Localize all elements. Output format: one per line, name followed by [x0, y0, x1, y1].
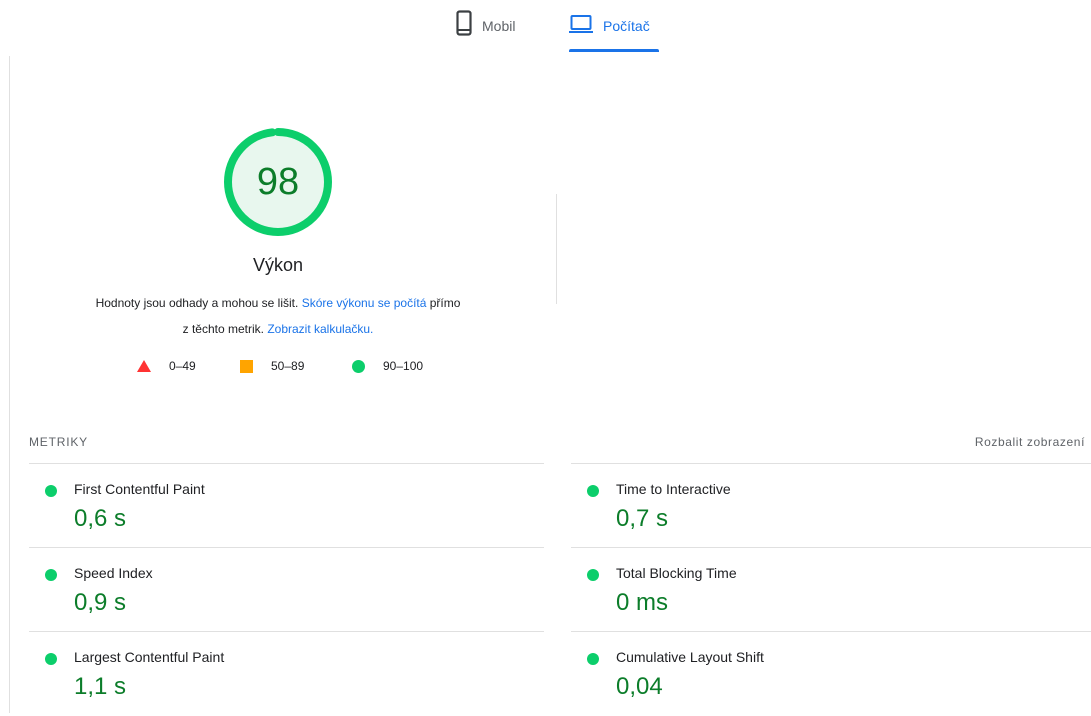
laptop-icon — [569, 10, 593, 41]
pass-circle-icon — [587, 569, 599, 581]
metric-title: Total Blocking Time — [616, 565, 737, 581]
metric-title: Largest Contentful Paint — [74, 649, 225, 665]
triangle-icon — [137, 360, 151, 372]
circle-icon — [352, 359, 365, 373]
pass-circle-icon — [45, 653, 57, 665]
phone-icon — [456, 10, 472, 41]
tab-mobile[interactable]: Mobil — [456, 10, 515, 52]
panel-border — [9, 56, 10, 713]
square-icon — [240, 359, 253, 373]
metric-title: Speed Index — [74, 565, 153, 581]
metric-title: Time to Interactive — [616, 481, 731, 497]
metric-value: 1,1 s — [74, 673, 127, 700]
metric-cumulative-layout-shift: Cumulative Layout Shift 0,04 — [571, 631, 1091, 716]
desc-text-2: přímo — [426, 296, 461, 310]
desc-text-3: z těchto metrik. — [182, 322, 268, 336]
device-tabs: Mobil Počítač — [0, 0, 1091, 56]
metric-speed-index: Speed Index 0,9 s — [29, 547, 544, 632]
legend-fail-range: 0–49 — [169, 359, 196, 373]
metric-largest-contentful-paint: Largest Contentful Paint 1,1 s — [29, 631, 544, 716]
score-calc-link[interactable]: Skóre výkonu se počítá — [302, 296, 427, 310]
vertical-divider — [556, 194, 557, 304]
metric-value: 0,6 s — [74, 505, 127, 532]
legend-pass: 90–100 — [352, 358, 423, 374]
metrics-header: METRIKY — [29, 435, 88, 449]
tab-desktop-label: Počítač — [603, 18, 650, 34]
performance-score: 98 — [256, 161, 300, 203]
metric-value: 0,04 — [616, 673, 663, 700]
pass-circle-icon — [587, 485, 599, 497]
pass-circle-icon — [45, 569, 57, 581]
legend-fail: 0–49 — [137, 358, 196, 374]
legend-average-range: 50–89 — [271, 359, 305, 373]
metric-value: 0 ms — [616, 589, 669, 616]
gauge-title: Výkon — [252, 255, 304, 275]
calculator-link[interactable]: Zobrazit kalkulačku. — [267, 322, 373, 336]
metric-title: Cumulative Layout Shift — [616, 649, 764, 665]
pass-circle-icon — [45, 485, 57, 497]
metric-title: First Contentful Paint — [74, 481, 205, 497]
tab-desktop[interactable]: Počítač — [569, 10, 650, 52]
desc-text-1: Hodnoty jsou odhady a mohou se lišit. — [95, 296, 302, 310]
expand-view-toggle[interactable]: Rozbalit zobrazení — [975, 435, 1085, 449]
metric-value: 0,7 s — [616, 505, 669, 532]
metric-total-blocking-time: Total Blocking Time 0 ms — [571, 547, 1091, 632]
metric-time-to-interactive: Time to Interactive 0,7 s — [571, 463, 1091, 548]
active-tab-indicator — [569, 49, 659, 52]
tab-mobile-label: Mobil — [482, 18, 516, 34]
pass-circle-icon — [587, 653, 599, 665]
legend-average: 50–89 — [240, 358, 304, 374]
metric-value: 0,9 s — [74, 589, 127, 616]
score-description: Hodnoty jsou odhady a mohou se lišit. Sk… — [40, 290, 516, 342]
legend-pass-range: 90–100 — [383, 359, 424, 373]
metric-first-contentful-paint: First Contentful Paint 0,6 s — [29, 463, 544, 548]
